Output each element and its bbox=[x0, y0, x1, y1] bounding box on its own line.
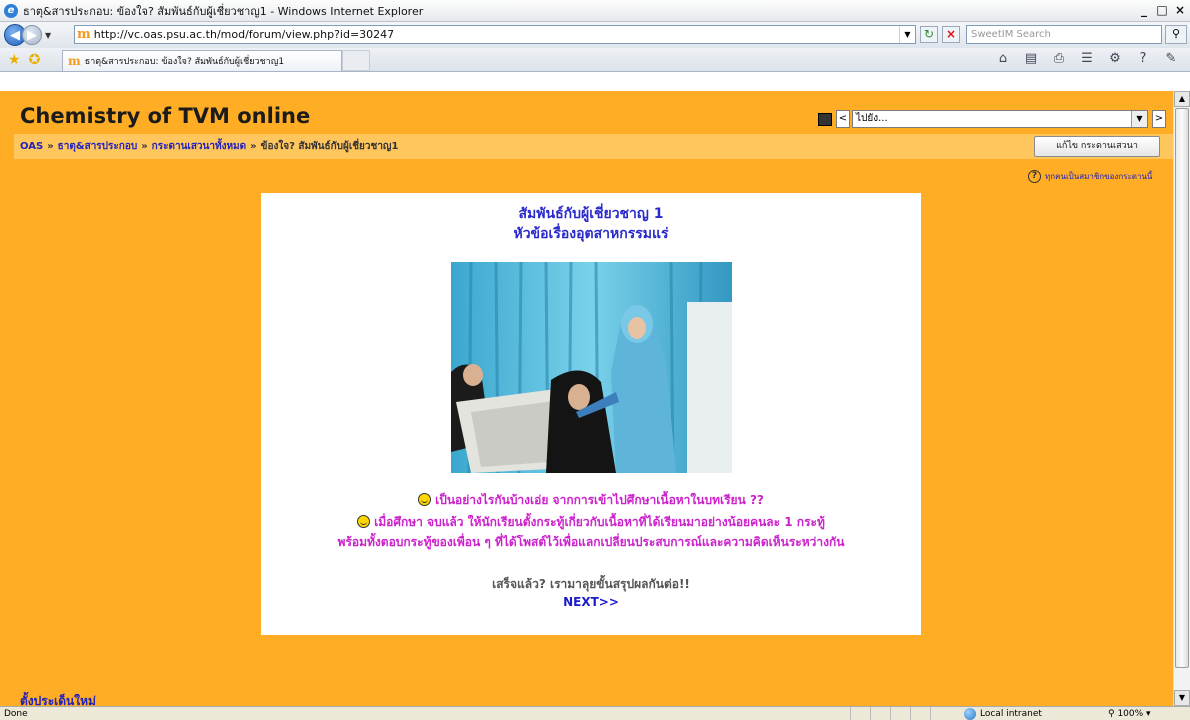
research-icon[interactable]: ✎ bbox=[1160, 51, 1182, 66]
home-icon[interactable]: ⌂ bbox=[992, 51, 1014, 66]
tab-label: ธาตุ&สารประกอบ: ข้องใจ? สัมพันธ์กับผู้เช… bbox=[84, 57, 285, 67]
scroll-thumb[interactable] bbox=[1175, 108, 1189, 668]
smiley-icon bbox=[418, 493, 432, 506]
intranet-globe-icon bbox=[964, 708, 976, 720]
breadcrumb-separator: » bbox=[141, 141, 148, 152]
site-title: Chemistry of TVM online bbox=[20, 104, 311, 128]
scroll-up-icon[interactable]: ▲ bbox=[1174, 91, 1190, 107]
subscribe-text[interactable]: ทุกคนเป็นสมาชิกของกระดานนี้ bbox=[1045, 170, 1152, 183]
close-button[interactable]: × bbox=[1172, 3, 1188, 18]
post-text-line3: พร้อมทั้งตอบกระทู้ของเพื่อน ๆ ที่ได้โพสต… bbox=[337, 535, 845, 549]
window-title: ธาตุ&สารประกอบ: ข้องใจ? สัมพันธ์กับผู้เช… bbox=[23, 4, 424, 18]
zoom-control[interactable]: ⚲ 100% ▾ bbox=[1108, 707, 1151, 720]
post-title-line1: สัมพันธ์กับผู้เชี่ยวชาญ 1 bbox=[518, 206, 664, 222]
zoom-icon: ⚲ bbox=[1108, 709, 1118, 719]
post-text-line2-content: เมื่อศึกษา จบแล้ว ให้นักเรียนตั้งกระทู้เ… bbox=[374, 515, 825, 529]
forward-button[interactable]: ▶ bbox=[22, 25, 42, 45]
status-bar: Done Local intranet ⚲ 100% ▾ bbox=[0, 706, 1190, 720]
url-text: http://vc.oas.psu.ac.th/mod/forum/view.p… bbox=[93, 28, 395, 41]
help-icon[interactable]: ? bbox=[1028, 170, 1041, 183]
post-title-line2: หัวข้อเรื่องอุตสาหกรรมแร่ bbox=[513, 226, 669, 242]
classroom-photo bbox=[451, 262, 732, 473]
history-dropdown-icon[interactable]: ▼ bbox=[45, 31, 51, 40]
breadcrumb-link-oas[interactable]: OAS bbox=[20, 141, 43, 152]
breadcrumb-separator: » bbox=[47, 141, 54, 152]
stop-button[interactable]: × bbox=[942, 26, 960, 43]
favorites-bar: ★ ✪ m ธาตุ&สารประกอบ: ข้องใจ? สัมพันธ์กั… bbox=[0, 48, 1190, 72]
vertical-scrollbar[interactable]: ▲ ▼ bbox=[1173, 91, 1190, 706]
zone-label: Local intranet bbox=[980, 709, 1042, 719]
moodle-favicon-icon: m bbox=[77, 27, 91, 42]
smiley-icon bbox=[357, 515, 371, 528]
tab-current[interactable]: m ธาตุ&สารประกอบ: ข้องใจ? สัมพันธ์กับผู้… bbox=[62, 50, 342, 71]
page-menu-icon[interactable]: ☰ bbox=[1076, 51, 1098, 66]
breadcrumb-link-course[interactable]: ธาตุ&สารประกอบ bbox=[58, 139, 138, 154]
post-text-line4: เสร็จแล้ว? เรามาลุยขั้นสรุปผลกันต่อ!! bbox=[492, 577, 690, 591]
print-icon[interactable]: ⎙ bbox=[1048, 51, 1070, 66]
breadcrumb-current: ข้องใจ? สัมพันธ์กับผู้เชี่ยวชาญ1 bbox=[260, 141, 399, 152]
jump-to-value: ไปยัง... bbox=[856, 113, 888, 124]
prev-activity-button[interactable]: < bbox=[836, 110, 850, 128]
help-icon[interactable]: ? bbox=[1132, 51, 1154, 66]
scroll-down-icon[interactable]: ▼ bbox=[1174, 690, 1190, 706]
address-dropdown-icon[interactable]: ▼ bbox=[899, 26, 915, 43]
subscription-info: ? ทุกคนเป็นสมาชิกของกระดานนี้ bbox=[1028, 170, 1152, 183]
minimize-button[interactable]: _ bbox=[1136, 3, 1152, 18]
status-panels bbox=[850, 707, 950, 720]
ie-logo-icon: e bbox=[4, 3, 18, 18]
window-titlebar: e ธาตุ&สารประกอบ: ข้องใจ? สัมพันธ์กับผู้… bbox=[0, 0, 1190, 22]
new-tab-button[interactable] bbox=[342, 50, 370, 71]
jump-to-select[interactable]: ไปยัง... ▼ bbox=[852, 110, 1148, 128]
search-button[interactable]: ⚲ bbox=[1165, 25, 1187, 44]
refresh-button[interactable]: ↻ bbox=[920, 26, 938, 43]
window-controls: _ □ × bbox=[1136, 3, 1188, 18]
command-bar: ⌂ ▤ ⎙ ☰ ⚙ ? ✎ bbox=[992, 51, 1182, 66]
save-icon[interactable] bbox=[818, 113, 832, 126]
search-input[interactable]: SweetIM Search bbox=[966, 25, 1162, 44]
maximize-button[interactable]: □ bbox=[1154, 3, 1170, 18]
zoom-level: 100% bbox=[1117, 709, 1144, 719]
chevron-down-icon: ▼ bbox=[1131, 111, 1147, 127]
address-field[interactable]: m http://vc.oas.psu.ac.th/mod/forum/view… bbox=[74, 25, 916, 44]
favorites-star-icon[interactable]: ★ bbox=[8, 52, 21, 68]
feeds-icon[interactable]: ▤ bbox=[1020, 51, 1042, 66]
breadcrumb: OAS » ธาตุ&สารประกอบ » กระดานเสวนาทั้งหม… bbox=[14, 134, 1173, 159]
post-text-line2: เมื่อศึกษา จบแล้ว ให้นักเรียนตั้งกระทู้เ… bbox=[261, 513, 921, 532]
next-activity-button[interactable]: > bbox=[1152, 110, 1166, 128]
forum-intro-box: สัมพันธ์กับผู้เชี่ยวชาญ 1 หัวข้อเรื่องอุ… bbox=[261, 193, 921, 635]
post-text-line1: เป็นอย่างไรกันบ้างเอ่ย จากการเข้าไปศึกษา… bbox=[261, 491, 921, 510]
edit-forum-button[interactable]: แก้ไข กระดานเสวนา bbox=[1034, 136, 1160, 157]
next-link[interactable]: NEXT>> bbox=[261, 595, 921, 609]
post-text-line1-content: เป็นอย่างไรกันบ้างเอ่ย จากการเข้าไปศึกษา… bbox=[435, 493, 764, 507]
tools-gear-icon[interactable]: ⚙ bbox=[1104, 51, 1126, 66]
chevron-down-icon: ▾ bbox=[1143, 709, 1151, 719]
security-zone[interactable]: Local intranet bbox=[964, 707, 1042, 720]
status-text: Done bbox=[4, 708, 28, 719]
moodle-favicon-icon: m bbox=[68, 54, 81, 68]
breadcrumb-link-forums[interactable]: กระดานเสวนาทั้งหมด bbox=[152, 139, 246, 154]
breadcrumb-separator: » bbox=[250, 141, 257, 152]
add-favorites-icon[interactable]: ✪ bbox=[29, 52, 41, 68]
address-toolbar: ◀ ▶ ▼ m http://vc.oas.psu.ac.th/mod/foru… bbox=[0, 22, 1190, 48]
